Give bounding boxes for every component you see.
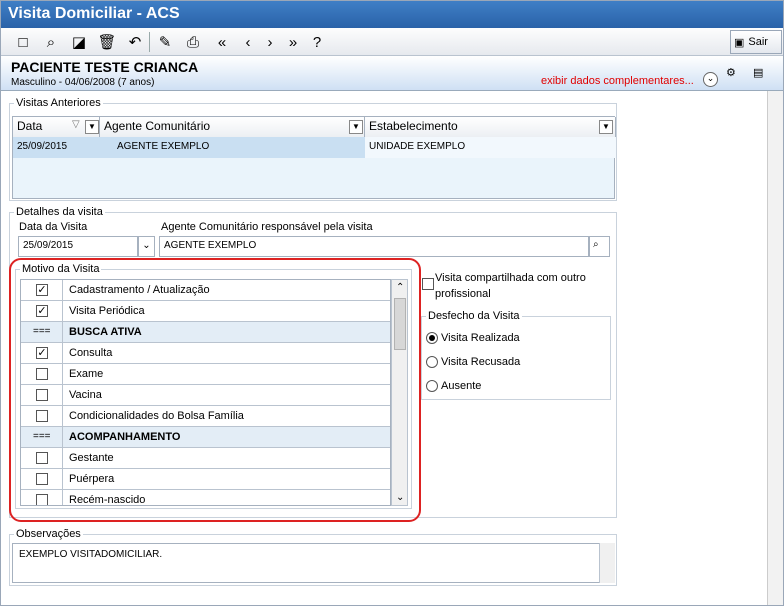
settings-icon[interactable]: ⚙ <box>726 66 746 86</box>
agent-input[interactable]: AGENTE EXEMPLO <box>159 236 589 257</box>
visit-outcome-title: Desfecho da Visita <box>428 310 520 322</box>
chevron-down-icon[interactable]: ⌄ <box>703 72 718 87</box>
radio-visit-refused-label: Visita Recusada <box>441 356 521 368</box>
help-icon[interactable]: ? <box>306 31 328 53</box>
visit-establishment-cell: UNIDADE EXEMPLO <box>365 137 616 158</box>
visit-date-label: Data da Visita <box>19 221 88 233</box>
patient-name: PACIENTE TESTE CRIANCA <box>11 59 199 75</box>
next-record-icon[interactable]: › <box>259 31 281 53</box>
print-icon[interactable]: ⎙ <box>182 31 204 53</box>
establishment-filter-icon[interactable]: ▼ <box>599 120 613 134</box>
agent-filter-icon[interactable]: ▼ <box>349 120 363 134</box>
sort-icon: ▽ <box>72 119 80 130</box>
visit-date-cell: 25/09/2015 <box>17 141 68 152</box>
page-scrollbar[interactable] <box>767 91 783 605</box>
new-document-icon[interactable]: □ <box>12 31 34 53</box>
visit-date-input[interactable]: 25/09/2015 <box>18 236 138 257</box>
window-title: Visita Domiciliar - ACS <box>8 5 180 22</box>
radio-visit-done-label: Visita Realizada <box>441 332 520 344</box>
exit-door-icon: ▣ <box>734 36 745 49</box>
previous-visits-title: Visitas Anteriores <box>16 97 101 109</box>
exit-button[interactable]: ▣ Sair <box>730 30 782 54</box>
date-dropdown-icon[interactable]: ⌄ <box>138 236 155 257</box>
edit-icon[interactable]: ✎ <box>154 31 176 53</box>
exit-label: Sair <box>748 36 768 48</box>
patient-header: PACIENTE TESTE CRIANCA Masculino - 04/06… <box>1 56 783 91</box>
table-row[interactable]: 25/09/2015 AGENTE EXEMPLO UNIDADE EXEMPL… <box>13 137 616 158</box>
shared-visit-label: Visita compartilhada com outro profissio… <box>435 272 586 300</box>
radio-visit-refused[interactable] <box>426 356 438 368</box>
visit-details-title: Detalhes da visita <box>16 206 103 218</box>
radio-visit-done[interactable] <box>426 332 438 344</box>
undo-icon[interactable]: ↶ <box>124 31 146 53</box>
show-more-link[interactable]: exibir dados complementares... <box>541 75 694 87</box>
notes-title: Observações <box>16 528 81 540</box>
radio-absent[interactable] <box>426 380 438 392</box>
shared-visit-checkbox[interactable] <box>422 278 434 290</box>
search-icon[interactable]: ⌕ <box>589 236 610 257</box>
last-record-icon[interactable]: » <box>282 31 304 53</box>
notes-textarea[interactable]: EXEMPLO VISITADOMICILIAR. <box>12 543 615 583</box>
previous-visits-grid: Data ▽ ▼ Agente Comunitário ▼ Estabeleci… <box>12 116 616 199</box>
user-card-icon[interactable]: ▤ <box>753 66 775 86</box>
main-window: Visita Domiciliar - ACS □ ⌕ ◪ 🗑 ↶ ✎ ⎙ « … <box>0 0 784 606</box>
radio-absent-label: Ausente <box>441 380 482 392</box>
previous-record-icon[interactable]: ‹ <box>237 31 259 53</box>
eraser-icon[interactable]: ◪ <box>68 31 90 53</box>
visit-agent-cell: AGENTE EXEMPLO <box>117 141 210 152</box>
trash-icon[interactable]: 🗑 <box>96 31 118 53</box>
notes-scrollbar[interactable] <box>599 543 615 583</box>
patient-info: Masculino - 04/06/2008 (7 anos) <box>11 77 155 88</box>
toolbar: □ ⌕ ◪ 🗑 ↶ ✎ ⎙ « ‹ › » ? ▣ Sair <box>1 28 783 56</box>
date-filter-icon[interactable]: ▼ <box>85 120 99 134</box>
agent-label: Agente Comunitário responsável pela visi… <box>161 221 373 233</box>
establishment-column-header[interactable]: Estabelecimento <box>365 117 616 137</box>
highlight-outline <box>9 258 421 522</box>
binoculars-icon[interactable]: ⌕ <box>40 31 62 53</box>
agent-column-header[interactable]: Agente Comunitário <box>100 117 365 137</box>
title-bar: Visita Domiciliar - ACS <box>1 1 783 28</box>
first-record-icon[interactable]: « <box>211 31 233 53</box>
